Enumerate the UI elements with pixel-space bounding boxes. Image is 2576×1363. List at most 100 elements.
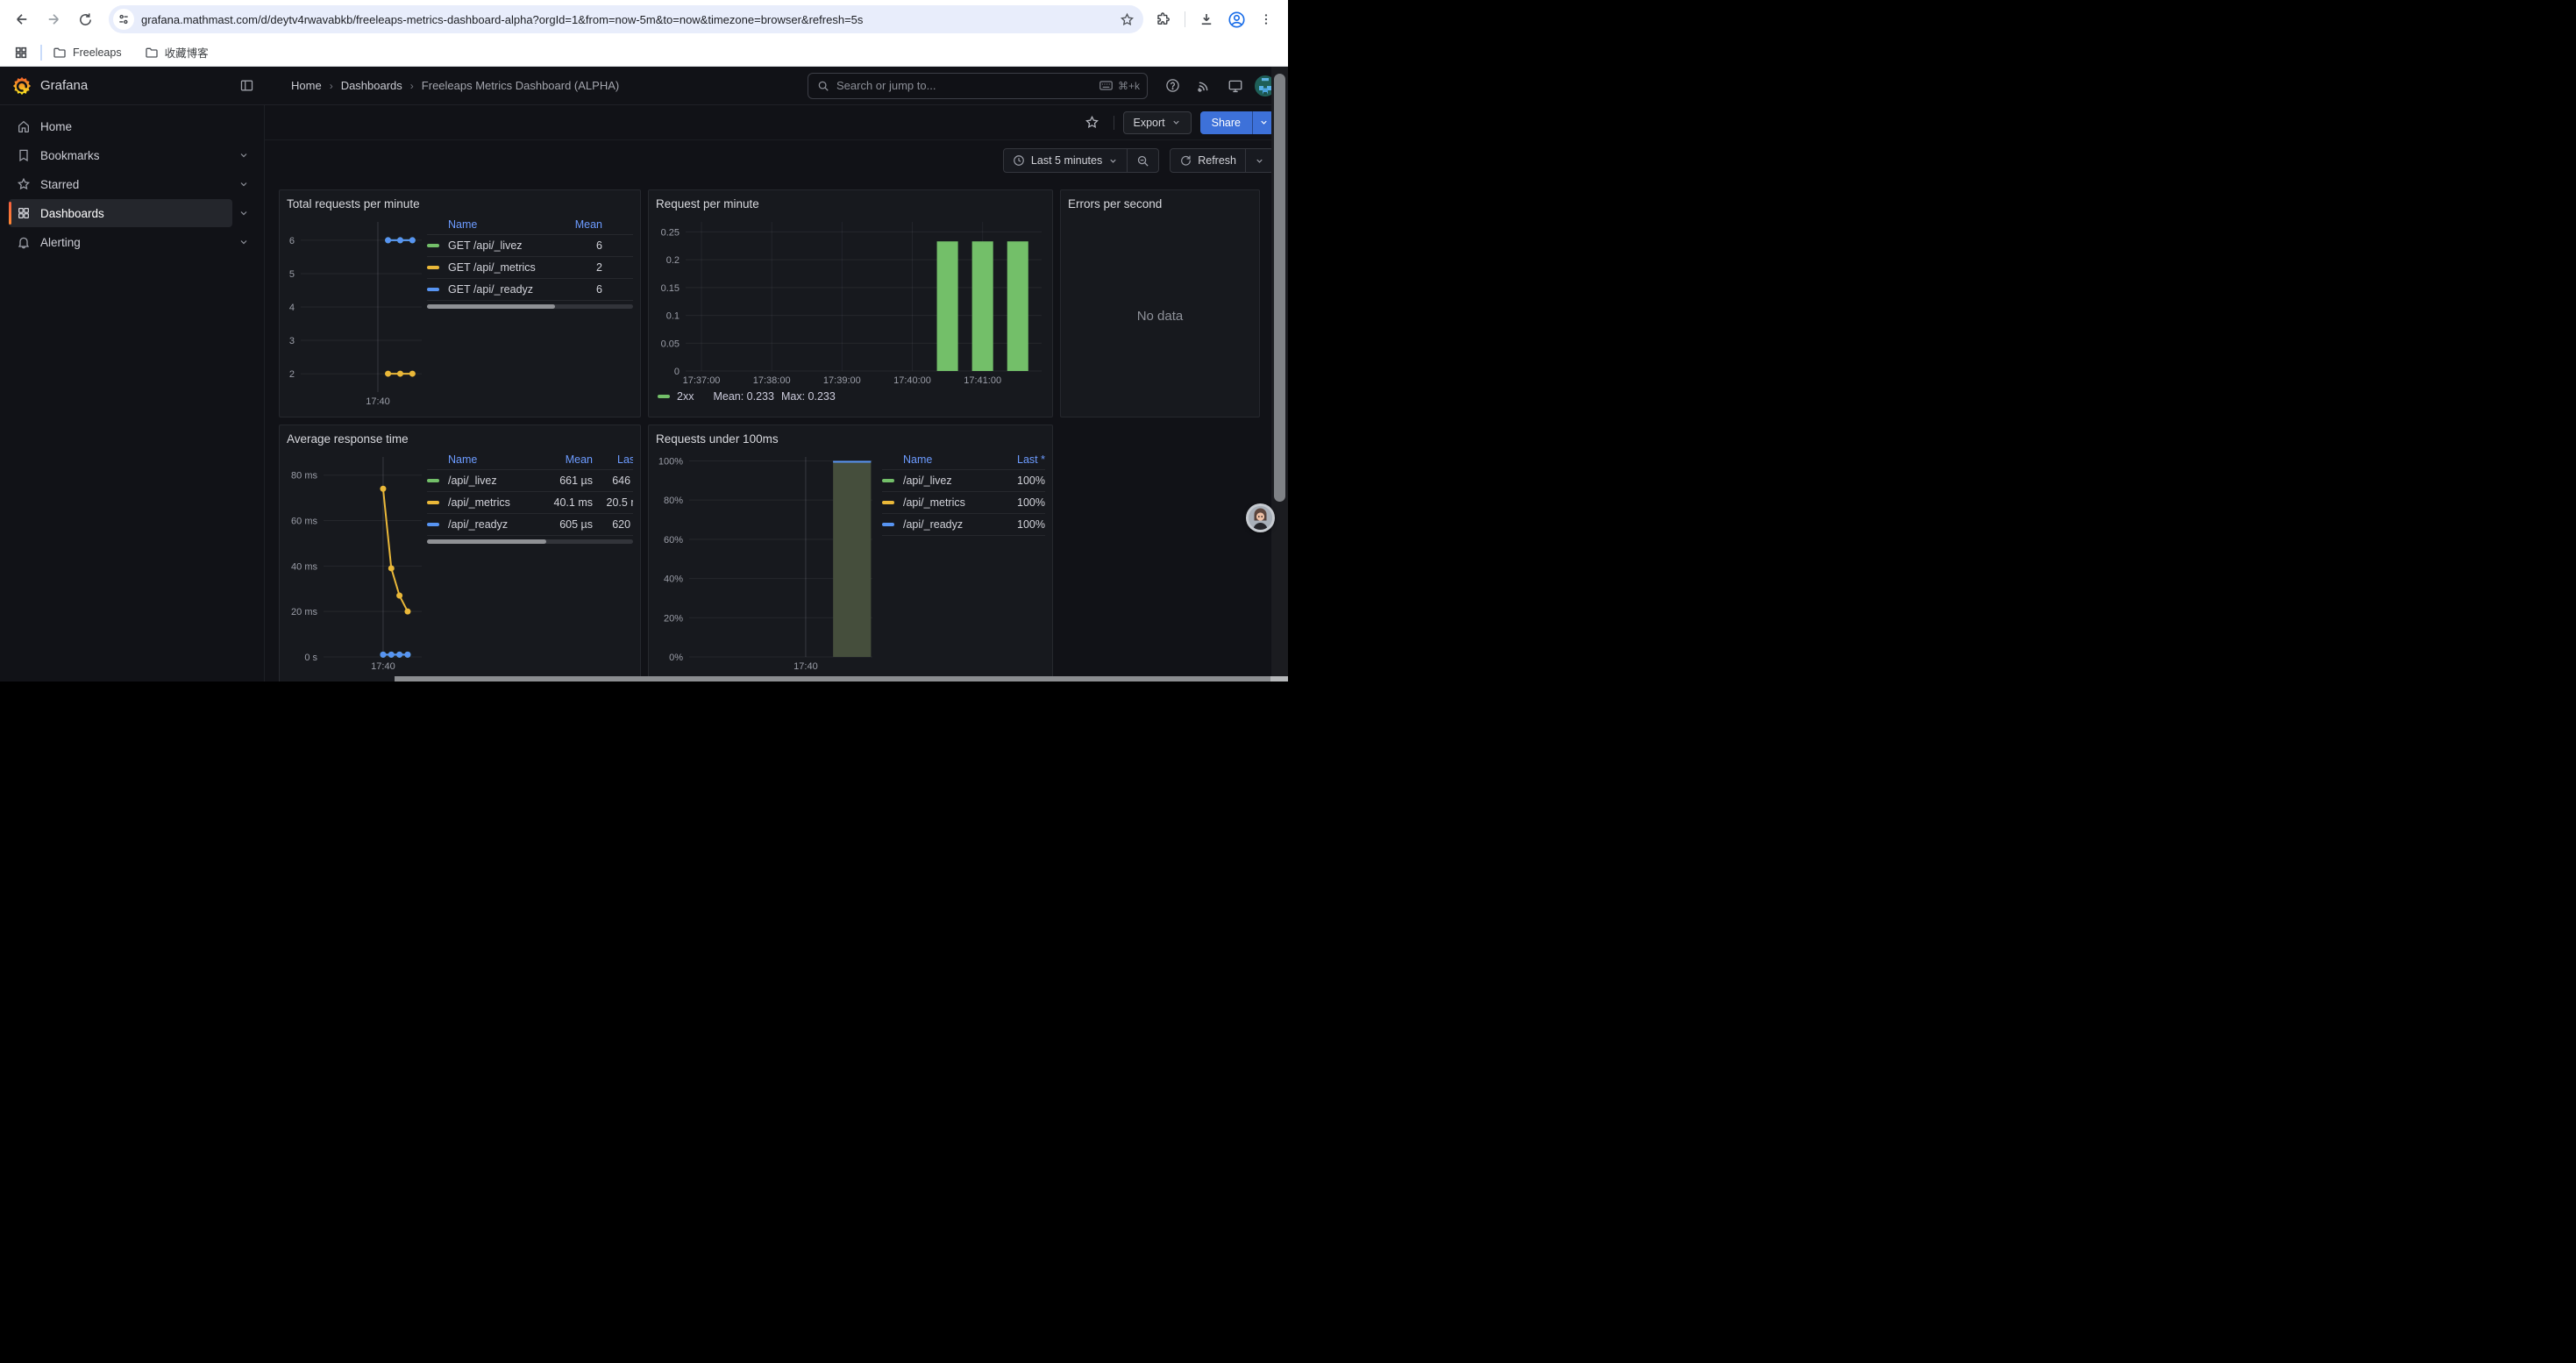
sidebar-item-alerting[interactable]: Alerting (9, 228, 255, 256)
svg-text:17:40: 17:40 (793, 661, 818, 672)
search-shortcut: ⌘+k (1099, 80, 1140, 92)
breadcrumb-home[interactable]: Home (291, 79, 322, 92)
legend-row[interactable]: /api/_readyz 605 µs 620 µs (427, 514, 633, 536)
legend-row[interactable]: GET /api/_readyz 6 (427, 279, 633, 301)
legend-col-mean[interactable]: Mean (540, 218, 602, 231)
time-range-picker[interactable]: Last 5 minutes (1004, 149, 1127, 172)
panel-under-100ms[interactable]: Requests under 100ms 0%20%40%60%80%100%1… (648, 425, 1053, 682)
legend-col-mean[interactable]: Mean (539, 453, 593, 466)
legend-col-name[interactable]: Name (448, 453, 539, 466)
sidebar-item-label: Home (40, 120, 72, 133)
panel-title[interactable]: Requests under 100ms (656, 431, 1045, 450)
panel-request-per-minute[interactable]: Request per minute 00.050.10.150.20.2517… (648, 189, 1053, 417)
svg-text:0.2: 0.2 (666, 255, 680, 266)
forward-icon[interactable] (40, 6, 67, 32)
panel-total-requests[interactable]: Total requests per minute 2345617:40 Nam… (279, 189, 641, 417)
legend-scrollbar[interactable] (427, 539, 633, 544)
bookmarks-bar: Freeleaps 收藏博客 (0, 39, 1288, 67)
avg-response-time-chart[interactable]: 0 s20 ms40 ms60 ms80 ms17:40 (287, 450, 427, 673)
zoom-out-icon (1136, 154, 1149, 168)
series-swatch (427, 244, 439, 247)
help-icon[interactable] (1160, 74, 1185, 98)
legend-row[interactable]: GET /api/_livez 6 (427, 235, 633, 257)
assistant-avatar[interactable] (1246, 503, 1275, 532)
url-bar[interactable]: grafana.mathmast.com/d/deytv4rwavabkb/fr… (109, 5, 1143, 33)
legend-col-name[interactable]: Name (903, 453, 993, 466)
browser-toolbar: grafana.mathmast.com/d/deytv4rwavabkb/fr… (0, 0, 1288, 39)
legend-row[interactable]: /api/_livez 661 µs 646 µs (427, 470, 633, 492)
url-text[interactable]: grafana.mathmast.com/d/deytv4rwavabkb/fr… (141, 13, 1115, 26)
legend-scrollbar[interactable] (427, 304, 633, 309)
extensions-icon[interactable] (1150, 6, 1177, 32)
panel-errors-per-second[interactable]: Errors per second No data (1060, 189, 1260, 417)
share-button[interactable]: Share (1200, 111, 1274, 134)
svg-text:3: 3 (289, 336, 295, 346)
breadcrumb-dashboards[interactable]: Dashboards (341, 79, 402, 92)
panel-avg-response-time[interactable]: Average response time 0 s20 ms40 ms60 ms… (279, 425, 641, 682)
svg-text:6: 6 (289, 236, 295, 246)
svg-text:17:37:00: 17:37:00 (683, 375, 721, 386)
grafana-logo[interactable] (12, 76, 32, 96)
panel-title[interactable]: Total requests per minute (287, 196, 633, 215)
grafana-header: Grafana Home › Dashboards › Freeleaps Me… (0, 67, 1288, 105)
bookmark-folder-blogs[interactable]: 收藏博客 (145, 44, 209, 61)
sidebar-item-starred[interactable]: Starred (9, 170, 255, 198)
request-per-minute-chart[interactable]: 00.050.10.150.20.2517:37:0017:38:0017:39… (656, 215, 1047, 387)
dashboards-icon (17, 206, 31, 220)
export-button[interactable]: Export (1123, 111, 1192, 134)
svg-text:17:40: 17:40 (366, 396, 390, 407)
collapse-sidebar-icon[interactable] (239, 78, 254, 93)
chevron-down-icon[interactable] (232, 208, 255, 218)
downloads-icon[interactable] (1193, 6, 1220, 32)
site-info-icon[interactable] (113, 9, 134, 30)
zoom-out-button[interactable] (1127, 149, 1158, 172)
browser-menu-icon[interactable] (1253, 6, 1279, 32)
bookmark-star-icon[interactable] (1115, 8, 1138, 31)
chevron-down-icon[interactable] (232, 237, 255, 247)
display-icon[interactable] (1223, 74, 1248, 98)
keyboard-icon (1099, 81, 1113, 90)
grafana-header-main: Home › Dashboards › Freeleaps Metrics Da… (265, 73, 1288, 99)
legend-col-last[interactable]: Last * (993, 453, 1045, 466)
legend-row[interactable]: /api/_metrics 40.1 ms 20.5 ms (427, 492, 633, 514)
sidebar-item-bookmarks[interactable]: Bookmarks (9, 141, 255, 169)
svg-text:60 ms: 60 ms (291, 517, 317, 527)
sidebar-item-home[interactable]: Home (9, 112, 255, 140)
svg-text:5: 5 (289, 269, 295, 280)
search-placeholder: Search or jump to... (836, 79, 1099, 92)
chevron-down-icon[interactable] (232, 150, 255, 161)
legend-col-name[interactable]: Name (448, 218, 540, 231)
refresh-interval-dropdown[interactable] (1245, 149, 1273, 172)
bookmarks-divider (40, 45, 42, 61)
legend-row[interactable]: GET /api/_metrics 2 (427, 257, 633, 279)
legend-series-label[interactable]: 2xx (677, 390, 694, 403)
profile-icon[interactable] (1223, 6, 1249, 32)
legend-row[interactable]: /api/_livez 100% (882, 470, 1045, 492)
legend-col-last[interactable]: Last * (593, 453, 633, 466)
horizontal-scrollbar-thumb[interactable] (395, 676, 1270, 682)
legend-row[interactable]: /api/_metrics 100% (882, 492, 1045, 514)
panel-title[interactable]: Average response time (287, 431, 633, 450)
favorite-dashboard-icon[interactable] (1080, 111, 1105, 135)
total-requests-chart[interactable]: 2345617:40 (287, 215, 427, 408)
series-swatch (658, 395, 670, 398)
grafana-app: Grafana Home › Dashboards › Freeleaps Me… (0, 67, 1288, 682)
grafana-brand: Grafana (40, 78, 88, 93)
bookmark-folder-freeleaps[interactable]: Freeleaps (53, 46, 122, 60)
search-input[interactable]: Search or jump to... ⌘+k (808, 73, 1148, 99)
vertical-scrollbar[interactable] (1271, 67, 1288, 676)
screenshot-root: grafana.mathmast.com/d/deytv4rwavabkb/fr… (0, 0, 1288, 682)
vertical-scrollbar-thumb[interactable] (1274, 74, 1285, 502)
scrollbar-corner (1270, 676, 1288, 682)
back-icon[interactable] (9, 6, 35, 32)
panel-title[interactable]: Errors per second (1068, 196, 1252, 215)
sidebar-item-dashboards[interactable]: Dashboards (9, 199, 255, 227)
chevron-down-icon[interactable] (232, 179, 255, 189)
reload-icon[interactable] (72, 6, 98, 32)
under-100ms-chart[interactable]: 0%20%40%60%80%100%17:40 (656, 450, 878, 673)
legend-row[interactable]: /api/_readyz 100% (882, 514, 1045, 536)
panel-title[interactable]: Request per minute (656, 196, 1045, 215)
refresh-button[interactable]: Refresh (1171, 149, 1245, 172)
news-icon[interactable] (1192, 74, 1216, 98)
apps-grid-icon[interactable] (11, 39, 32, 66)
